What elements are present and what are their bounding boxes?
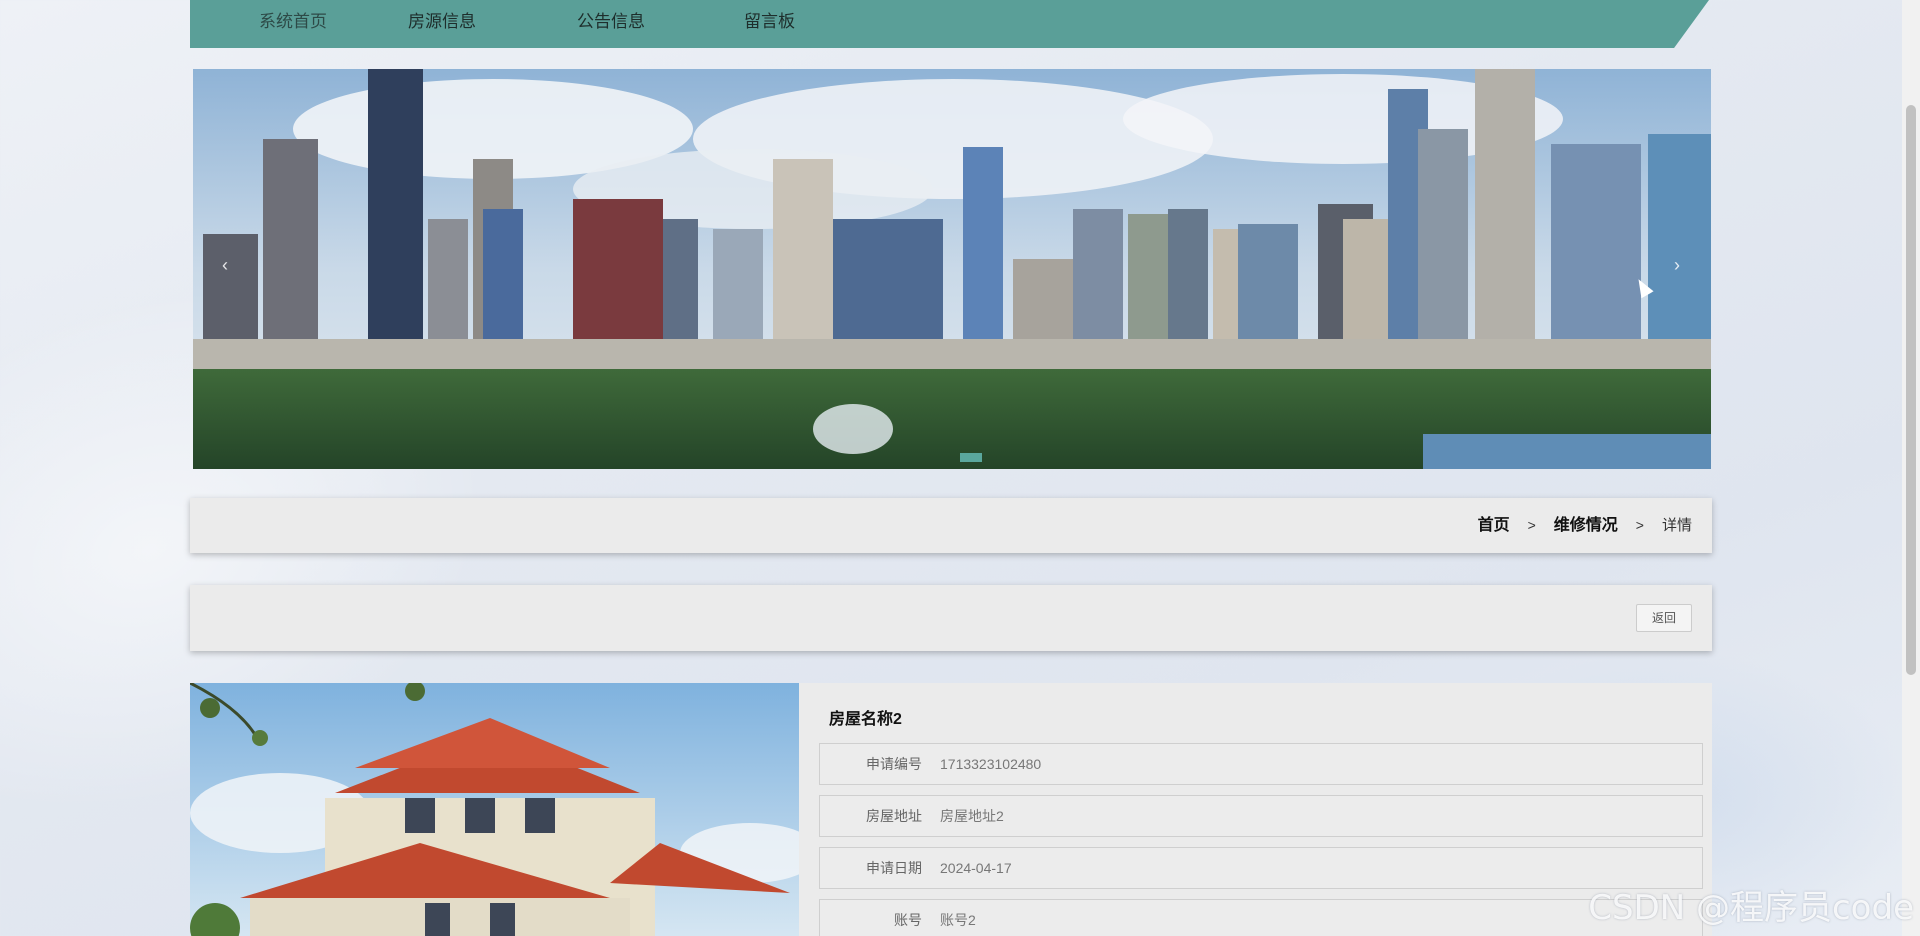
breadcrumb-current: 详情 [1661,517,1692,534]
field-value: 1713323102480 [940,756,1042,772]
breadcrumb-home[interactable]: 首页 [1478,498,1510,553]
field-account: 账号 账号2 [819,899,1703,936]
house-image [190,683,799,936]
field-application-date: 申请日期 2024-04-17 [819,847,1703,889]
field-label: 房屋地址 [866,808,922,824]
city-skyline-image [193,69,1711,469]
nav-item-house-info[interactable]: 房源信息 [408,0,476,44]
field-value: 房屋地址2 [940,808,1004,824]
carousel-next-icon[interactable]: › [1674,255,1680,276]
field-value: 账号2 [940,912,976,928]
breadcrumb-separator: > [1635,517,1644,533]
detail-panel: 房屋名称2 申请编号 1713323102480 房屋地址 房屋地址2 申请日期… [799,683,1712,936]
nav-item-announcements[interactable]: 公告信息 [577,0,645,44]
watermark-text: CSDN @程序员code [1588,888,1914,928]
field-label: 账号 [894,912,922,928]
action-bar: 返回 [190,585,1712,651]
back-button[interactable]: 返回 [1636,604,1692,632]
field-house-address: 房屋地址 房屋地址2 [819,795,1703,837]
carousel-prev-icon[interactable]: ‹ [222,255,228,276]
breadcrumb-section[interactable]: 维修情况 [1554,498,1618,553]
banner-carousel[interactable] [193,69,1711,469]
carousel-dot-active[interactable] [960,453,982,462]
field-application-number: 申请编号 1713323102480 [819,743,1703,785]
field-label: 申请编号 [866,756,922,772]
field-label: 申请日期 [866,860,922,876]
nav-item-message-board[interactable]: 留言板 [744,0,795,44]
nav-item-home[interactable]: 系统首页 [259,0,327,44]
field-value: 2024-04-17 [940,860,1012,876]
house-name-title: 房屋名称2 [829,711,902,728]
page-scrollbar[interactable] [1902,0,1920,936]
breadcrumb-bar: 首页 > 维修情况 > 详情 [190,498,1712,553]
scrollbar-thumb[interactable] [1906,105,1916,675]
breadcrumb: 首页 > 维修情况 > 详情 [1478,498,1692,553]
breadcrumb-separator: > [1527,517,1536,533]
